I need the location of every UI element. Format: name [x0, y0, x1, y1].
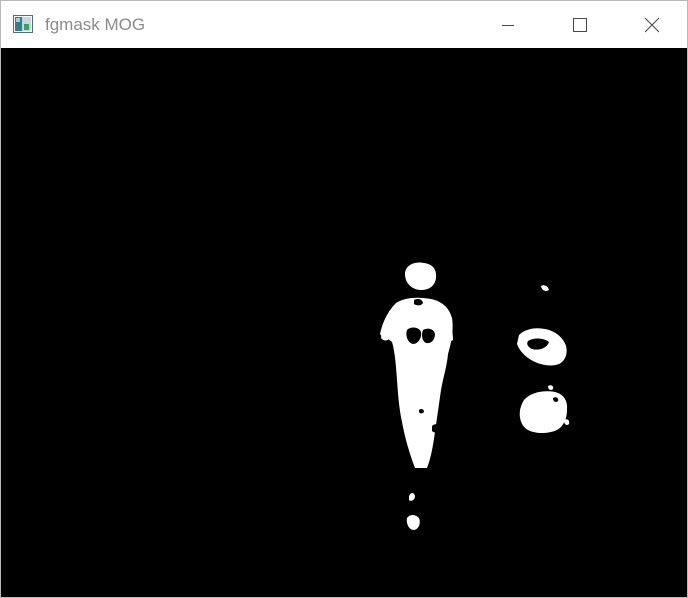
- close-icon: [644, 17, 660, 33]
- maximize-button[interactable]: [544, 1, 616, 48]
- maximize-icon: [573, 17, 587, 32]
- window-title: fgmask MOG: [45, 15, 146, 34]
- app-window: fgmask MOG: [0, 0, 688, 598]
- title-bar[interactable]: fgmask MOG: [1, 1, 687, 48]
- close-button[interactable]: [616, 1, 687, 48]
- image-window-icon: [13, 15, 33, 33]
- minimize-button[interactable]: [472, 1, 544, 48]
- foreground-mask-image: [1, 48, 687, 597]
- minimize-icon: [502, 19, 514, 31]
